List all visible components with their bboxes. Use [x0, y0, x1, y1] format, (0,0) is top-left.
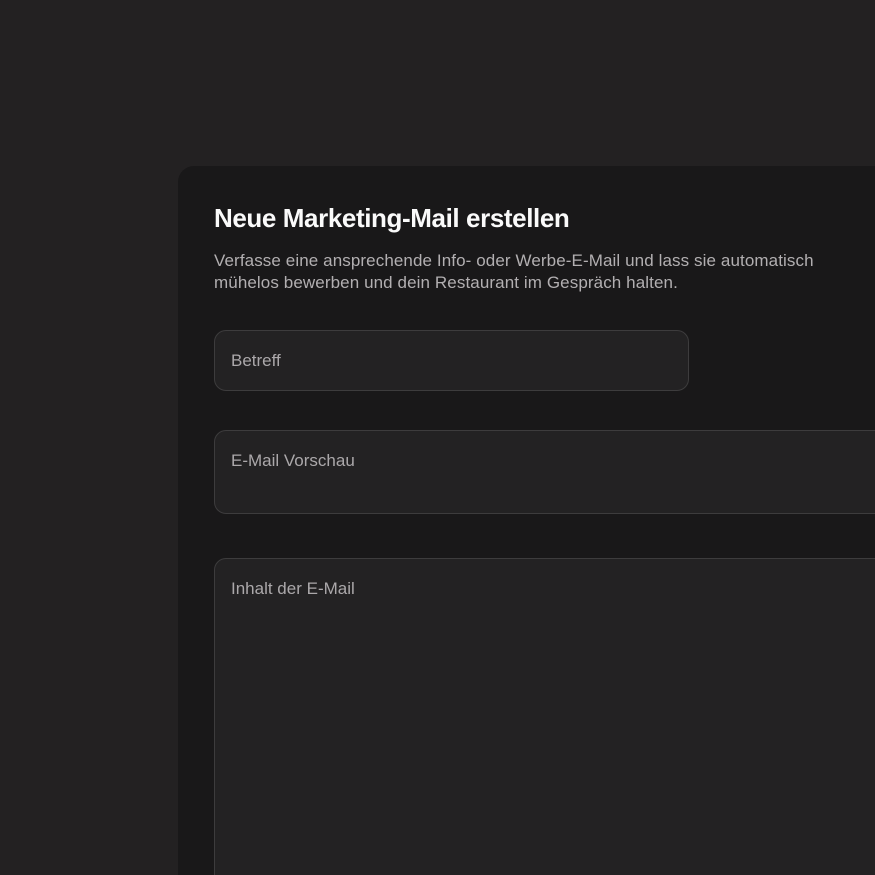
dialog-description: Verfasse eine ansprechende Info- oder We…	[214, 250, 875, 294]
email-preview-input[interactable]	[214, 430, 875, 514]
subject-input[interactable]	[214, 330, 689, 391]
email-content-input[interactable]	[214, 558, 875, 875]
dialog-description-line2: mühelos bewerben und dein Restaurant im …	[214, 272, 875, 294]
marketing-mail-dialog: Neue Marketing-Mail erstellen Verfasse e…	[178, 166, 875, 875]
dialog-description-line1: Verfasse eine ansprechende Info- oder We…	[214, 250, 875, 272]
page-background: { "window": { "background_color": "#2321…	[0, 0, 875, 875]
dialog-title: Neue Marketing-Mail erstellen	[214, 202, 875, 234]
